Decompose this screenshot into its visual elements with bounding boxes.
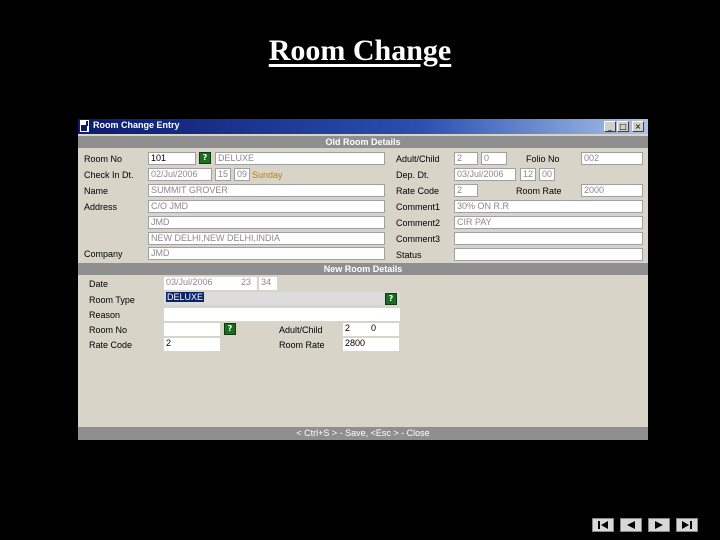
checkin-hour-field[interactable]: 15 xyxy=(215,168,231,181)
folio-label: Folio No xyxy=(526,154,560,164)
app-icon xyxy=(80,120,89,132)
old-room-rate-field[interactable]: 2000 xyxy=(581,184,643,197)
new-room-type-lookup-icon[interactable]: ? xyxy=(385,293,397,305)
new-room-type-field[interactable]: DELUXE xyxy=(164,292,400,305)
dep-date-field[interactable]: 03/Jul/2006 xyxy=(454,168,516,181)
old-rate-code-field[interactable]: 2 xyxy=(454,184,478,197)
address-line3-field[interactable]: NEW DELHI,NEW DELHI,INDIA xyxy=(148,232,385,245)
reason-label: Reason xyxy=(89,310,121,320)
old-room-header: Old Room Details xyxy=(78,136,648,148)
checkin-min-field[interactable]: 09 xyxy=(234,168,250,181)
comment2-label: Comment2 xyxy=(396,218,441,228)
new-hour-field[interactable]: 23 xyxy=(239,277,257,290)
new-room-header: New Room Details xyxy=(78,263,648,275)
old-rate-code-label: Rate Code xyxy=(396,186,440,196)
previous-slide-icon xyxy=(627,521,635,529)
last-slide-button[interactable] xyxy=(676,518,698,532)
checkin-day-text: Sunday xyxy=(252,170,283,180)
new-room-type-label: Room Type xyxy=(89,295,135,305)
first-slide-icon xyxy=(598,521,608,529)
old-adults-field[interactable]: 2 xyxy=(454,152,478,165)
address-label: Address xyxy=(84,202,118,212)
new-room-no-field[interactable] xyxy=(164,323,220,336)
new-room-rate-field[interactable]: 2800 xyxy=(343,338,399,351)
status-field[interactable] xyxy=(454,248,643,261)
new-min-field[interactable]: 34 xyxy=(259,277,277,290)
next-slide-icon xyxy=(655,521,663,529)
company-label: Company xyxy=(84,249,123,259)
new-adult-child-label: Adult/Child xyxy=(279,325,323,335)
name-field[interactable]: SUMMIT GROVER xyxy=(148,184,385,197)
old-adult-child-label: Adult/Child xyxy=(396,154,440,164)
window-titlebar[interactable]: Room Change Entry _ □ × xyxy=(78,119,648,134)
new-rate-code-label: Rate Code xyxy=(89,340,133,350)
old-room-no-field[interactable]: 101 xyxy=(148,152,196,165)
new-room-type-value: DELUXE xyxy=(166,292,205,302)
slide-title: Room Change xyxy=(268,34,452,67)
dep-hour-field[interactable]: 12 xyxy=(520,168,536,181)
new-adults-field[interactable]: 2 xyxy=(343,323,371,336)
window-title: Room Change Entry xyxy=(93,120,180,130)
checkin-date-field[interactable]: 02/Jul/2006 xyxy=(148,168,212,181)
minimize-button[interactable]: _ xyxy=(604,121,616,132)
close-button[interactable]: × xyxy=(632,121,644,132)
new-rate-code-field[interactable]: 2 xyxy=(164,338,220,351)
comment3-field[interactable] xyxy=(454,232,643,245)
dep-min-field[interactable]: 00 xyxy=(539,168,555,181)
old-room-type-field[interactable]: DELUXE xyxy=(215,152,385,165)
new-room-no-lookup-icon[interactable]: ? xyxy=(224,323,236,335)
previous-slide-button[interactable] xyxy=(620,518,642,532)
first-slide-button[interactable] xyxy=(592,518,614,532)
folio-field[interactable]: 002 xyxy=(581,152,643,165)
address-line1-field[interactable]: C/O JMD xyxy=(148,200,385,213)
name-label: Name xyxy=(84,186,109,196)
address-line2-field[interactable]: JMD xyxy=(148,216,385,229)
comment1-field[interactable]: 30% ON R.R xyxy=(454,200,643,213)
old-children-field[interactable]: 0 xyxy=(481,152,507,165)
shortcut-statusbar: < Ctrl+S > - Save, <Esc > - Close xyxy=(78,427,648,440)
status-label: Status xyxy=(396,250,422,260)
last-slide-icon xyxy=(682,521,692,529)
comment3-label: Comment3 xyxy=(396,234,441,244)
reason-field[interactable] xyxy=(164,308,400,321)
maximize-button[interactable]: □ xyxy=(617,121,629,132)
room-change-window: Room Change Entry _ □ × Old Room Details… xyxy=(78,119,648,440)
old-room-lookup-icon[interactable]: ? xyxy=(199,152,211,164)
company-field[interactable]: JMD xyxy=(148,247,385,260)
comment2-field[interactable]: CIR PAY xyxy=(454,216,643,229)
next-slide-button[interactable] xyxy=(648,518,670,532)
new-room-no-label: Room No xyxy=(89,325,128,335)
new-date-label: Date xyxy=(89,279,109,289)
comment1-label: Comment1 xyxy=(396,202,441,212)
old-room-rate-label: Room Rate xyxy=(516,186,562,196)
new-room-rate-label: Room Rate xyxy=(279,340,325,350)
checkin-label: Check In Dt. xyxy=(84,170,134,180)
old-room-no-label: Room No xyxy=(84,154,123,164)
new-children-field[interactable]: 0 xyxy=(369,323,399,336)
dep-date-label: Dep. Dt. xyxy=(396,170,430,180)
